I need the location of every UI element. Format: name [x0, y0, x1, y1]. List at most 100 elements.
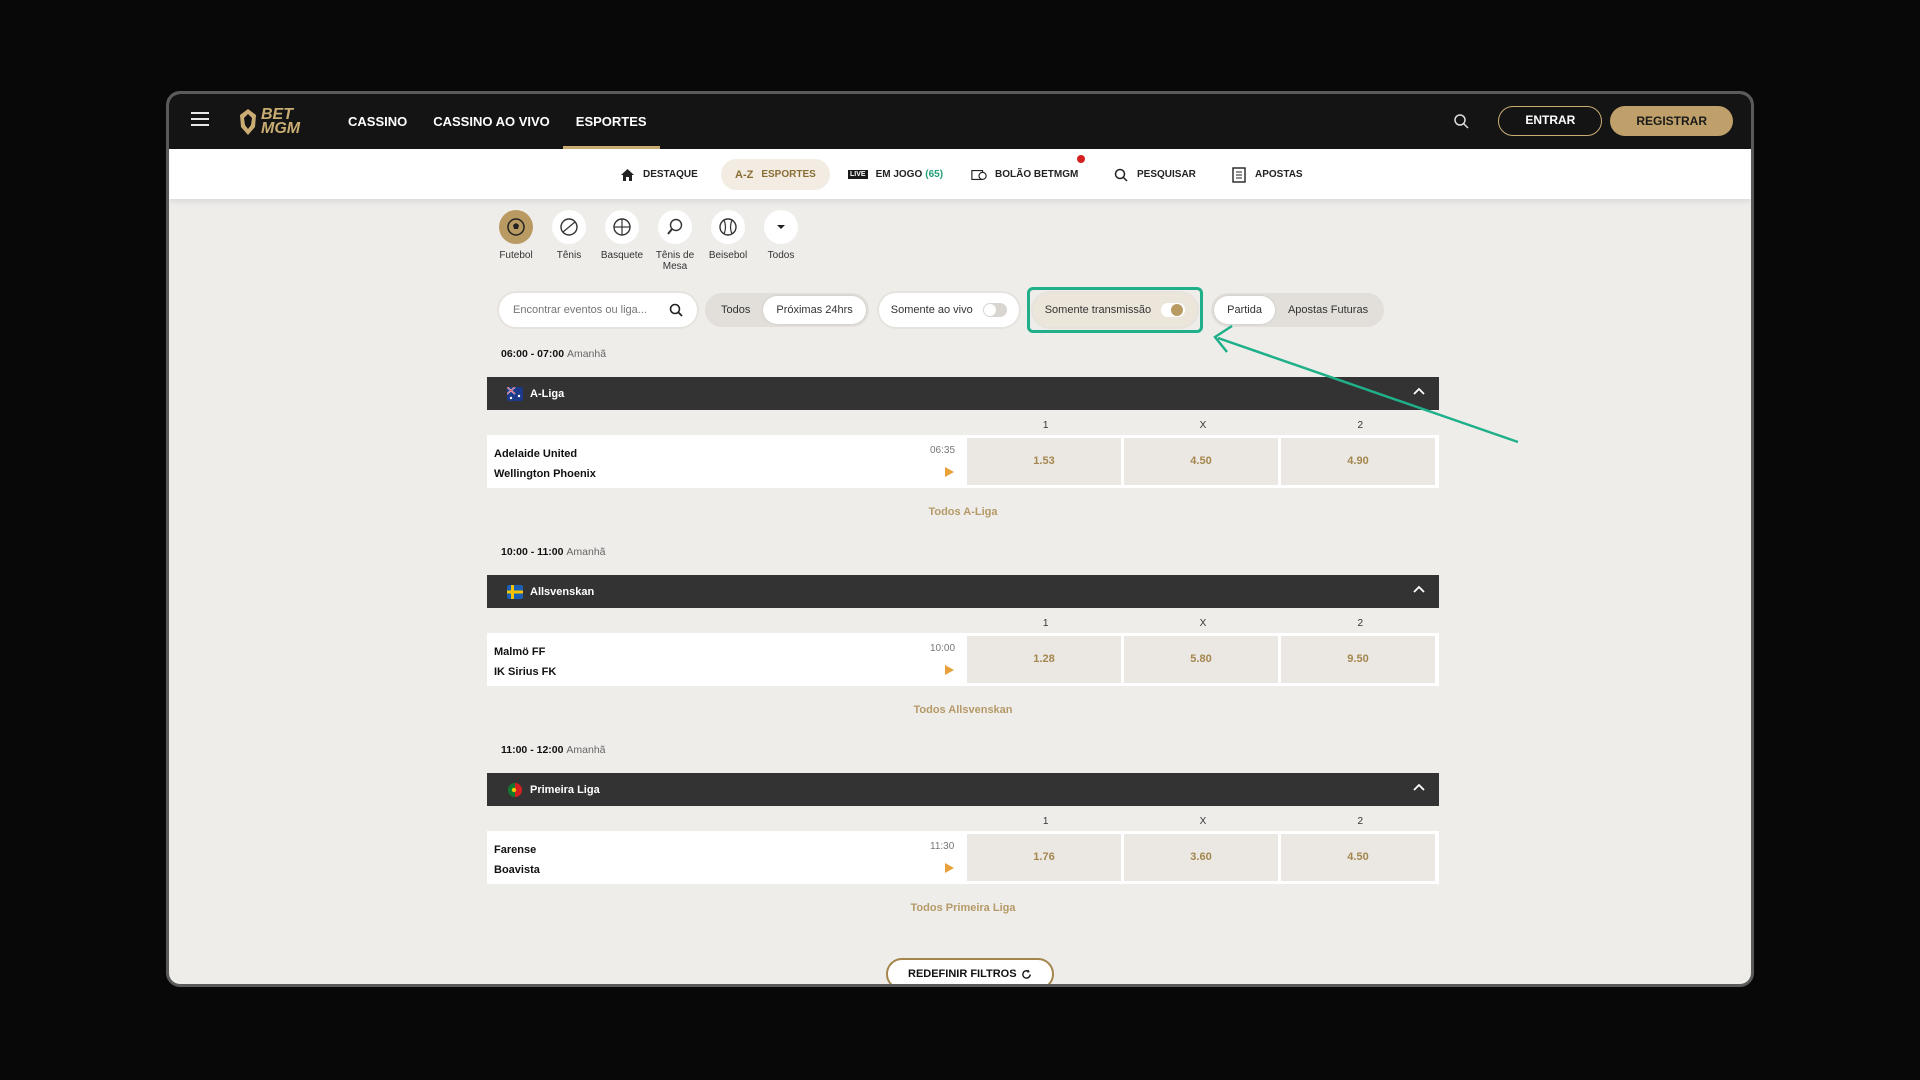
browser-frame: BET MGM CASSINO CASSINO AO VIVO ESPORTES… [166, 91, 1754, 987]
nav-esportes[interactable]: ESPORTES [562, 94, 660, 149]
nav-cassino-ao-vivo[interactable]: CASSINO AO VIVO [420, 94, 563, 149]
odd-away[interactable]: 4.90 [1281, 438, 1435, 485]
all-league-link[interactable]: Todos Allsvenskan [487, 704, 1439, 716]
match-time: 11:30 [930, 841, 955, 852]
search-icon [1113, 167, 1129, 183]
filter-apostas-futuras[interactable]: Apostas Futuras [1275, 296, 1381, 324]
australia-flag-icon [507, 386, 523, 401]
odd-away[interactable]: 4.50 [1281, 834, 1435, 881]
stream-play-icon[interactable] [945, 467, 954, 477]
league-name: Allsvenskan [530, 585, 595, 598]
sport-label: Beisebol [708, 250, 748, 261]
all-league-link[interactable]: Todos Primeira Liga [487, 902, 1439, 914]
odd-draw[interactable]: 4.50 [1124, 438, 1278, 485]
time-slot: 11:00 - 12:00 Amanhã [501, 744, 606, 756]
toggle-switch[interactable] [1161, 303, 1186, 317]
live-badge: LIVE [848, 170, 868, 179]
search-icon[interactable] [669, 303, 683, 317]
home-icon [619, 167, 635, 183]
live-only-toggle[interactable]: Somente ao vivo [878, 293, 1019, 327]
top-bar: BET MGM CASSINO CASSINO AO VIVO ESPORTES… [169, 94, 1751, 149]
sport-futebol[interactable]: Futebol [489, 210, 543, 272]
menu-icon[interactable] [191, 112, 209, 126]
main-nav: CASSINO CASSINO AO VIVO ESPORTES [335, 94, 660, 149]
tab-destaque[interactable]: DESTAQUE [619, 159, 698, 190]
match-row[interactable]: Adelaide United Wellington Phoenix 06:35 … [487, 435, 1439, 488]
odd-away[interactable]: 9.50 [1281, 636, 1435, 683]
search-icon[interactable] [1446, 106, 1476, 136]
league-header-a-liga[interactable]: A-Liga [487, 377, 1439, 410]
odd-draw[interactable]: 5.80 [1124, 636, 1278, 683]
stream-play-icon[interactable] [945, 863, 954, 873]
stream-only-toggle[interactable]: Somente transmissão [1032, 293, 1198, 327]
match-row[interactable]: Farense Boavista 11:30 1.76 3.60 4.50 [487, 831, 1439, 884]
tab-em-jogo[interactable]: LIVE EM JOGO (65) [848, 159, 943, 190]
sweden-flag-icon [507, 584, 523, 599]
odd-home[interactable]: 1.28 [967, 636, 1121, 683]
market-filter: Partida Apostas Futuras [1211, 293, 1385, 327]
filter-todos[interactable]: Todos [708, 296, 763, 324]
basketball-icon [605, 210, 639, 244]
betslip-icon [1231, 166, 1247, 183]
filter-partida[interactable]: Partida [1214, 296, 1275, 324]
notification-dot [1075, 153, 1088, 165]
toggle-switch[interactable] [982, 303, 1007, 317]
time-filter: Todos Próximas 24hrs [705, 293, 869, 327]
lion-logo-icon [240, 109, 256, 135]
sport-basquete[interactable]: Basquete [595, 210, 649, 272]
time-slot: 06:00 - 07:00 Amanhã [501, 348, 607, 360]
logo-text: BET MGM [261, 106, 301, 137]
sport-tenis-de-mesa[interactable]: Tênis de Mesa [648, 210, 702, 272]
tab-apostas[interactable]: APOSTAS [1231, 159, 1303, 190]
chevron-up-icon[interactable] [1413, 387, 1425, 395]
sport-selector: Futebol Tênis Basquete Tênis de Mesa Bei… [489, 210, 807, 272]
match-time: 06:35 [930, 445, 956, 456]
tennis-ball-icon [552, 210, 586, 244]
odd-home[interactable]: 1.53 [967, 438, 1121, 485]
odd-home[interactable]: 1.76 [967, 834, 1121, 881]
chevron-up-icon[interactable] [1413, 783, 1425, 791]
soccer-ball-icon [499, 210, 533, 244]
az-icon: A-Z [735, 168, 754, 181]
table-tennis-icon [658, 210, 692, 244]
odds-header: 1X2 [1042, 816, 1364, 827]
sport-todos[interactable]: Todos [754, 210, 808, 272]
match-teams: Adelaide United Wellington Phoenix [494, 448, 596, 480]
event-search-input[interactable] [513, 304, 653, 316]
live-count: (65) [925, 169, 944, 180]
refresh-icon [1021, 968, 1031, 979]
stream-play-icon[interactable] [945, 665, 954, 675]
chevron-down-icon [764, 210, 798, 244]
match-teams: Malmö FF IK Sirius FK [494, 646, 557, 678]
league-header-allsvenskan[interactable]: Allsvenskan [487, 575, 1439, 608]
reset-filters-button[interactable]: REDEFINIR FILTROS [886, 958, 1054, 984]
sport-label: Tênis de Mesa [655, 250, 695, 272]
nav-cassino[interactable]: CASSINO [335, 94, 420, 149]
login-button[interactable]: ENTRAR [1498, 106, 1603, 136]
odd-draw[interactable]: 3.60 [1124, 834, 1278, 881]
event-search [499, 293, 697, 327]
sport-tenis[interactable]: Tênis [542, 210, 596, 272]
match-time: 10:00 [930, 643, 956, 654]
betmgm-logo[interactable]: BET MGM [237, 104, 303, 140]
portugal-flag-icon [508, 782, 522, 797]
register-button[interactable]: REGISTRAR [1610, 106, 1733, 136]
toggle-label: Somente transmissão [1044, 304, 1152, 316]
sport-label: Todos [767, 250, 795, 261]
tab-esportes[interactable]: A-Z ESPORTES [721, 159, 830, 190]
tab-bolao[interactable]: BOLÃO BETMGM [971, 153, 1088, 190]
filter-proximas-24hrs[interactable]: Próximas 24hrs [763, 296, 866, 324]
chevron-up-icon[interactable] [1413, 585, 1425, 593]
match-row[interactable]: Malmö FF IK Sirius FK 10:00 1.28 5.80 9.5… [487, 633, 1439, 686]
sport-beisebol[interactable]: Beisebol [701, 210, 755, 272]
all-league-link[interactable]: Todos A-Liga [487, 506, 1439, 518]
header-actions: ENTRAR REGISTRAR [1446, 106, 1733, 136]
tab-pesquisar[interactable]: PESQUISAR [1113, 159, 1196, 190]
time-slot: 10:00 - 11:00 Amanhã [501, 546, 606, 558]
league-header-primeira-liga[interactable]: Primeira Liga [487, 773, 1439, 806]
odds-header: 1X2 [1042, 618, 1364, 629]
baseball-icon [711, 210, 745, 244]
league-name: Primeira Liga [530, 783, 600, 796]
sport-label: Futebol [499, 250, 533, 261]
odds-header: 1X2 [1042, 420, 1364, 431]
